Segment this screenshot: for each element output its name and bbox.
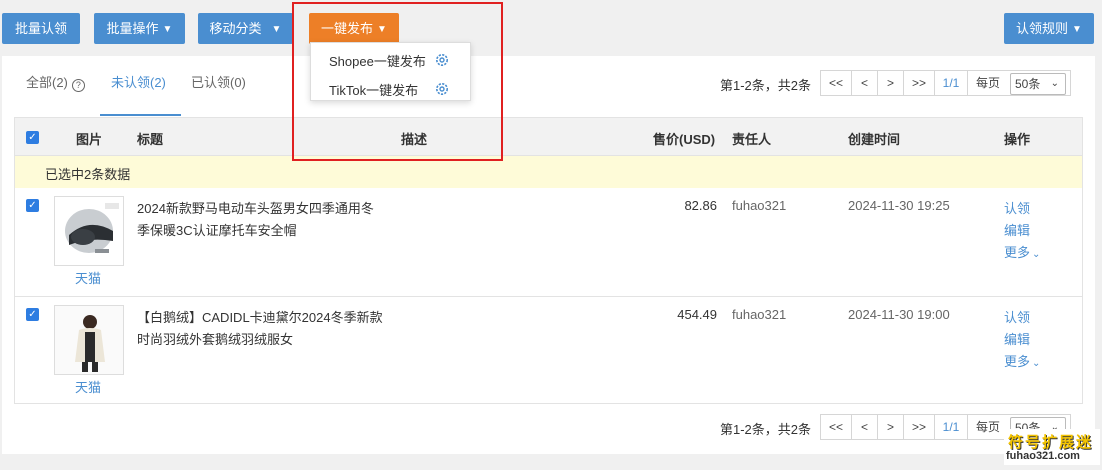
- more-link[interactable]: 更多 ⌄: [1004, 351, 1040, 370]
- chevron-down-icon: ⌄: [1032, 358, 1041, 369]
- claim-link[interactable]: 认领: [1004, 198, 1030, 217]
- tiktok-publish-item[interactable]: TikTok一键发布: [329, 80, 418, 99]
- price: 82.86: [684, 198, 717, 213]
- header-created: 创建时间: [848, 132, 901, 147]
- chevron-down-icon: ▼: [162, 24, 173, 35]
- gear-icon[interactable]: [434, 81, 450, 97]
- chevron-down-icon: ▼: [271, 24, 282, 35]
- chevron-down-icon: ▼: [1072, 24, 1082, 35]
- chevron-down-icon: ⌄: [1032, 249, 1041, 260]
- product-title-line2: 季保暖3C认证摩托车安全帽: [137, 223, 297, 238]
- edit-link[interactable]: 编辑: [1004, 220, 1030, 239]
- header-description: 描述: [401, 132, 428, 147]
- price: 454.49: [677, 307, 717, 322]
- product-image[interactable]: [54, 196, 124, 266]
- claim-rules-label: 认领规则: [1016, 21, 1069, 36]
- last-page-button[interactable]: >>: [903, 414, 935, 440]
- pagination-info: 第1-2条，共2条: [720, 422, 812, 437]
- product-title-line2: 时尚羽绒外套鹅绒羽绒服女: [137, 332, 294, 347]
- jacket-image: [55, 306, 123, 374]
- created-time: 2024-11-30 19:00: [848, 307, 950, 322]
- current-page: 1/1: [934, 70, 968, 96]
- more-label: 更多: [1004, 245, 1031, 260]
- move-category-button[interactable]: 移动分类 ▼: [198, 13, 293, 44]
- selection-text: 已选中2条数据: [45, 167, 131, 182]
- main-panel: 全部(2)? 未认领(2) 已认领(0) 第1-2条，共2条 << < > >>…: [2, 56, 1095, 454]
- first-page-button[interactable]: <<: [820, 414, 852, 440]
- first-page-button[interactable]: <<: [820, 70, 852, 96]
- batch-ops-label: 批量操作: [106, 21, 159, 36]
- owner: fuhao321: [732, 307, 787, 322]
- shop-name[interactable]: 天猫: [75, 268, 101, 287]
- product-title: 2024新款野马电动车头盔男女四季通用冬 季保暖3C认证摩托车安全帽: [137, 198, 392, 242]
- per-page-value: 50条: [1015, 77, 1041, 91]
- shop-name[interactable]: 天猫: [75, 377, 101, 396]
- owner: fuhao321: [732, 198, 787, 213]
- next-page-button[interactable]: >: [877, 414, 904, 440]
- watermark-logo: 符号扩展迷 fuhao321.com: [1004, 429, 1100, 465]
- product-image[interactable]: [54, 305, 124, 375]
- one-click-publish-button[interactable]: 一键发布 ▼: [309, 13, 399, 44]
- watermark-url: fuhao321.com: [1006, 450, 1080, 462]
- header-owner: 责任人: [732, 132, 772, 147]
- move-category-label: 移动分类: [209, 21, 262, 36]
- header-actions: 操作: [1004, 132, 1031, 147]
- current-page: 1/1: [934, 414, 968, 440]
- publish-dropdown-menu: Shopee一键发布 TikTok一键发布: [310, 42, 471, 101]
- prev-page-button[interactable]: <: [851, 70, 878, 96]
- product-title-line1: 2024新款野马电动车头盔男女四季通用冬: [137, 201, 374, 216]
- pagination-bottom: 第1-2条，共2条 << < > >> 1/1 每页 50条 ⌄: [2, 414, 1095, 440]
- more-label: 更多: [1004, 354, 1031, 369]
- batch-claim-button[interactable]: 批量认领: [2, 13, 80, 44]
- row-checkbox[interactable]: ✓: [26, 199, 39, 212]
- active-tab-indicator: [100, 114, 181, 116]
- next-page-button[interactable]: >: [877, 70, 904, 96]
- pagination-top: 第1-2条，共2条 << < > >> 1/1 每页 50条 ⌄: [2, 70, 1095, 96]
- claim-link[interactable]: 认领: [1004, 307, 1030, 326]
- per-page-label: 每页: [976, 420, 1001, 434]
- helmet-image: [55, 197, 123, 265]
- more-link[interactable]: 更多 ⌄: [1004, 242, 1040, 261]
- batch-claim-label: 批量认领: [14, 21, 67, 36]
- header-price: 售价(USD): [653, 132, 716, 147]
- product-title: 【白鹅绒】CADIDL卡迪黛尔2024冬季新款 时尚羽绒外套鹅绒羽绒服女: [137, 307, 392, 351]
- per-page-wrapper: 每页 50条 ⌄: [967, 70, 1071, 96]
- claim-rules-button[interactable]: 认领规则 ▼: [1004, 13, 1094, 44]
- last-page-button[interactable]: >>: [903, 70, 935, 96]
- per-page-select[interactable]: 50条 ⌄: [1010, 73, 1066, 95]
- chevron-down-icon: ⌄: [1050, 78, 1059, 89]
- table-row: ✓ 天猫 【白鹅绒】CADIDL卡迪黛尔2024冬季新款 时尚羽绒外套鹅绒羽绒服…: [15, 297, 1082, 405]
- product-title-line1: 【白鹅绒】CADIDL卡迪黛尔2024冬季新款: [137, 310, 383, 325]
- gear-icon[interactable]: [434, 52, 450, 68]
- selection-bar: 已选中2条数据: [15, 156, 1082, 188]
- table-row: ✓ 天猫 2024新款野马电动车头盔男女四季通用冬 季保暖3C认证摩托车安全帽 …: [15, 188, 1082, 297]
- batch-ops-button[interactable]: 批量操作 ▼: [94, 13, 185, 44]
- select-all-checkbox[interactable]: ✓: [26, 131, 39, 144]
- row-checkbox[interactable]: ✓: [26, 308, 39, 321]
- prev-page-button[interactable]: <: [851, 414, 878, 440]
- one-click-publish-label: 一键发布: [321, 21, 374, 36]
- table-header: ✓ 图片 标题 描述 售价(USD) 责任人 创建时间 操作: [15, 118, 1082, 156]
- header-title: 标题: [137, 132, 164, 147]
- watermark-title: 符号扩展迷: [1008, 434, 1094, 451]
- chevron-down-icon: ▼: [377, 24, 387, 35]
- per-page-label: 每页: [976, 76, 1001, 90]
- edit-link[interactable]: 编辑: [1004, 329, 1030, 348]
- pagination-info: 第1-2条，共2条: [720, 78, 812, 93]
- product-table: ✓ 图片 标题 描述 售价(USD) 责任人 创建时间 操作 已选中2条数据 ✓: [14, 117, 1083, 404]
- created-time: 2024-11-30 19:25: [848, 198, 950, 213]
- shopee-publish-item[interactable]: Shopee一键发布: [329, 51, 426, 70]
- header-image: 图片: [76, 132, 103, 147]
